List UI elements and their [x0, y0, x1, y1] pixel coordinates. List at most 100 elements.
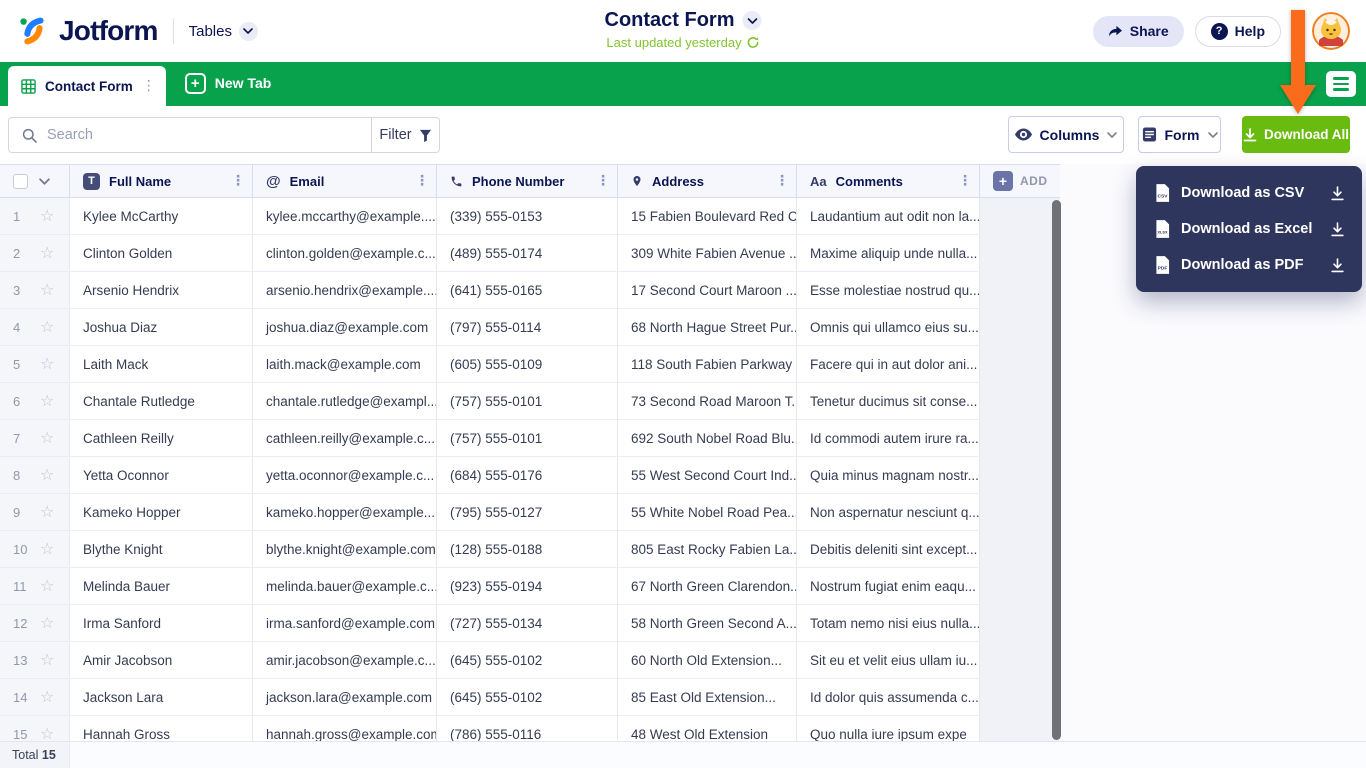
cell-address[interactable]: 55 White Nobel Road Pea... — [618, 494, 797, 530]
jotform-logo[interactable]: Jotform — [16, 14, 158, 48]
favorite-star-icon[interactable]: ☆ — [40, 319, 54, 335]
cell-comments[interactable]: Tenetur ducimus sit conse... — [797, 383, 980, 419]
cell-email[interactable]: blythe.knight@example.com — [253, 531, 437, 567]
cell-comments[interactable]: Debitis deleniti sint except... — [797, 531, 980, 567]
cell-address[interactable]: 309 White Fabien Avenue ... — [618, 235, 797, 271]
column-header-email[interactable]: @ Email ⋮ — [253, 165, 437, 197]
tab-menu-icon[interactable]: ⋮ — [142, 78, 156, 94]
table-row[interactable]: 3 ☆ Arsenio Hendrix arsenio.hendrix@exam… — [0, 272, 980, 309]
cell-phone-number[interactable]: (641) 555-0165 — [437, 272, 618, 308]
cell-comments[interactable]: Esse molestiae nostrud qu... — [797, 272, 980, 308]
cell-phone-number[interactable]: (489) 555-0174 — [437, 235, 618, 271]
favorite-star-icon[interactable]: ☆ — [40, 430, 54, 446]
title-dropdown-button[interactable] — [743, 11, 762, 30]
cell-address[interactable]: 17 Second Court Maroon ... — [618, 272, 797, 308]
column-menu-icon[interactable]: ⋮ — [415, 173, 429, 189]
favorite-star-icon[interactable]: ☆ — [40, 208, 54, 224]
table-row[interactable]: 5 ☆ Laith Mack laith.mack@example.com (6… — [0, 346, 980, 383]
cell-full-name[interactable]: Melinda Bauer — [70, 568, 253, 604]
table-row[interactable]: 12 ☆ Irma Sanford irma.sanford@example.c… — [0, 605, 980, 642]
column-header-full-name[interactable]: T Full Name ⋮ — [70, 165, 253, 197]
favorite-star-icon[interactable]: ☆ — [40, 726, 54, 741]
favorite-star-icon[interactable]: ☆ — [40, 356, 54, 372]
cell-address[interactable]: 68 North Hague Street Pur... — [618, 309, 797, 345]
cell-address[interactable]: 85 East Old Extension... — [618, 679, 797, 715]
cell-comments[interactable]: Id commodi autem irure ra... — [797, 420, 980, 456]
cell-email[interactable]: chantale.rutledge@exampl... — [253, 383, 437, 419]
columns-button[interactable]: Columns — [1008, 116, 1124, 153]
cell-email[interactable]: jackson.lara@example.com — [253, 679, 437, 715]
download-all-button[interactable]: Download All — [1242, 116, 1350, 153]
filter-button[interactable]: Filter — [372, 117, 440, 153]
cell-full-name[interactable]: Joshua Diaz — [70, 309, 253, 345]
favorite-star-icon[interactable]: ☆ — [40, 541, 54, 557]
cell-comments[interactable]: Sit eu et velit eius ullam iu... — [797, 642, 980, 678]
favorite-star-icon[interactable]: ☆ — [40, 504, 54, 520]
favorite-star-icon[interactable]: ☆ — [40, 393, 54, 409]
favorite-star-icon[interactable]: ☆ — [40, 652, 54, 668]
cell-email[interactable]: clinton.golden@example.c... — [253, 235, 437, 271]
cell-phone-number[interactable]: (339) 555-0153 — [437, 198, 618, 234]
cell-full-name[interactable]: Arsenio Hendrix — [70, 272, 253, 308]
cell-email[interactable]: arsenio.hendrix@example.... — [253, 272, 437, 308]
cell-email[interactable]: laith.mack@example.com — [253, 346, 437, 382]
select-all-checkbox[interactable] — [13, 174, 28, 189]
cell-email[interactable]: kameko.hopper@example.... — [253, 494, 437, 530]
cell-comments[interactable]: Omnis qui ullamco eius su... — [797, 309, 980, 345]
cell-comments[interactable]: Quia minus magnam nostr... — [797, 457, 980, 493]
cell-full-name[interactable]: Yetta Oconnor — [70, 457, 253, 493]
cell-phone-number[interactable]: (786) 555-0116 — [437, 716, 618, 741]
tables-product-dropdown[interactable]: Tables — [189, 22, 258, 41]
cell-full-name[interactable]: Blythe Knight — [70, 531, 253, 567]
cell-phone-number[interactable]: (757) 555-0101 — [437, 383, 618, 419]
cell-address[interactable]: 67 North Green Clarendon... — [618, 568, 797, 604]
cell-full-name[interactable]: Chantale Rutledge — [70, 383, 253, 419]
vertical-scrollbar[interactable] — [1052, 200, 1061, 740]
download-as-excel-item[interactable]: XLSX Download as Excel — [1136, 211, 1362, 247]
column-menu-icon[interactable]: ⋮ — [958, 173, 972, 189]
cell-phone-number[interactable]: (727) 555-0134 — [437, 605, 618, 641]
cell-comments[interactable]: Non aspernatur nesciunt q... — [797, 494, 980, 530]
cell-address[interactable]: 692 South Nobel Road Blu... — [618, 420, 797, 456]
cell-address[interactable]: 55 West Second Court Ind... — [618, 457, 797, 493]
table-row[interactable]: 2 ☆ Clinton Golden clinton.golden@exampl… — [0, 235, 980, 272]
table-row[interactable]: 14 ☆ Jackson Lara jackson.lara@example.c… — [0, 679, 980, 716]
new-tab-button[interactable]: + New Tab — [185, 62, 272, 106]
cell-comments[interactable]: Totam nemo nisi eius nulla... — [797, 605, 980, 641]
favorite-star-icon[interactable]: ☆ — [40, 245, 54, 261]
column-header-address[interactable]: Address ⋮ — [618, 165, 797, 197]
cell-phone-number[interactable]: (684) 555-0176 — [437, 457, 618, 493]
column-menu-icon[interactable]: ⋮ — [775, 173, 789, 189]
cell-full-name[interactable]: Amir Jacobson — [70, 642, 253, 678]
favorite-star-icon[interactable]: ☆ — [40, 615, 54, 631]
cell-email[interactable]: kylee.mccarthy@example.... — [253, 198, 437, 234]
favorite-star-icon[interactable]: ☆ — [40, 578, 54, 594]
favorite-star-icon[interactable]: ☆ — [40, 689, 54, 705]
share-button[interactable]: Share — [1093, 16, 1184, 47]
cell-phone-number[interactable]: (797) 555-0114 — [437, 309, 618, 345]
cell-phone-number[interactable]: (128) 555-0188 — [437, 531, 618, 567]
cell-address[interactable]: 15 Fabien Boulevard Red C... — [618, 198, 797, 234]
table-row[interactable]: 1 ☆ Kylee McCarthy kylee.mccarthy@exampl… — [0, 198, 980, 235]
download-as-pdf-item[interactable]: PDF Download as PDF — [1136, 247, 1362, 283]
cell-email[interactable]: hannah.gross@example.com — [253, 716, 437, 741]
column-menu-icon[interactable]: ⋮ — [596, 173, 610, 189]
table-row[interactable]: 4 ☆ Joshua Diaz joshua.diaz@example.com … — [0, 309, 980, 346]
cell-address[interactable]: 805 East Rocky Fabien La... — [618, 531, 797, 567]
cell-full-name[interactable]: Irma Sanford — [70, 605, 253, 641]
cell-email[interactable]: irma.sanford@example.com — [253, 605, 437, 641]
search-input[interactable] — [47, 127, 337, 143]
cell-phone-number[interactable]: (645) 555-0102 — [437, 642, 618, 678]
table-row[interactable]: 11 ☆ Melinda Bauer melinda.bauer@example… — [0, 568, 980, 605]
cell-address[interactable]: 118 South Fabien Parkway ... — [618, 346, 797, 382]
table-row[interactable]: 7 ☆ Cathleen Reilly cathleen.reilly@exam… — [0, 420, 980, 457]
table-row[interactable]: 15 ☆ Hannah Gross hannah.gross@example.c… — [0, 716, 980, 741]
cell-full-name[interactable]: Kylee McCarthy — [70, 198, 253, 234]
cell-phone-number[interactable]: (757) 555-0101 — [437, 420, 618, 456]
cell-full-name[interactable]: Clinton Golden — [70, 235, 253, 271]
cell-phone-number[interactable]: (605) 555-0109 — [437, 346, 618, 382]
cell-phone-number[interactable]: (645) 555-0102 — [437, 679, 618, 715]
favorite-star-icon[interactable]: ☆ — [40, 282, 54, 298]
table-row[interactable]: 9 ☆ Kameko Hopper kameko.hopper@example.… — [0, 494, 980, 531]
cell-comments[interactable]: Quo nulla iure ipsum expe — [797, 716, 980, 741]
